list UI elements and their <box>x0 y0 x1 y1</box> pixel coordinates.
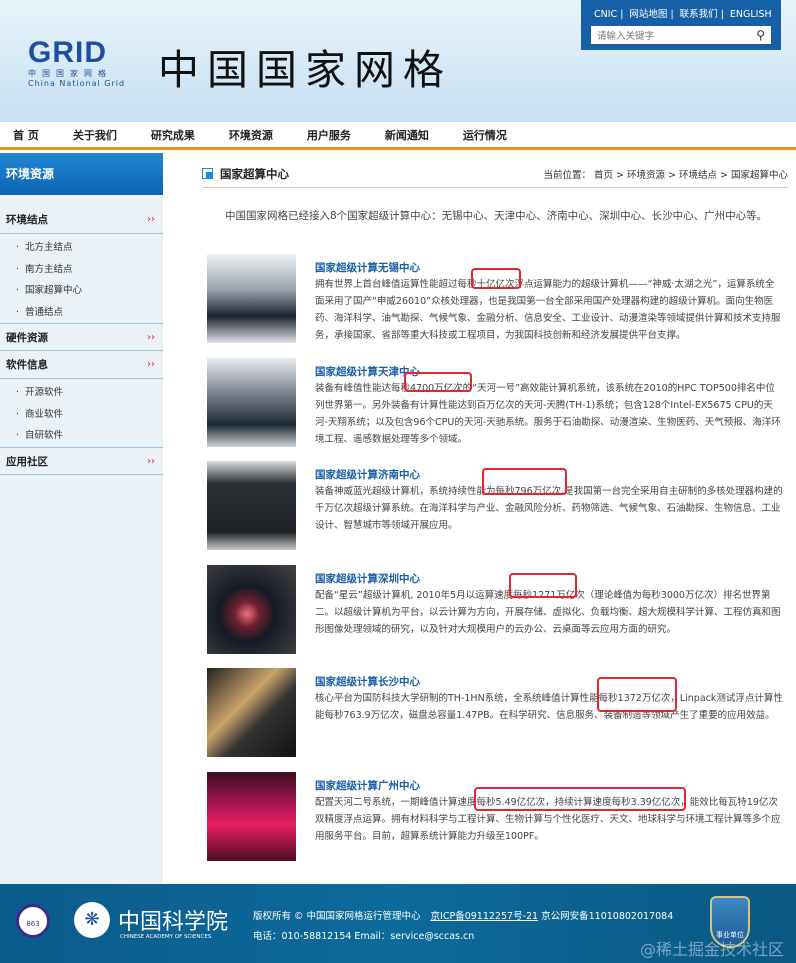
sidebar-section-software[interactable]: 软件信息 ›› <box>0 351 163 379</box>
nav-news[interactable]: 新闻通知 <box>385 122 429 147</box>
sidebar-item[interactable]: 普通结点 <box>0 302 163 324</box>
sidebar-item[interactable]: 北方主结点 <box>0 237 163 259</box>
sidebar-item[interactable]: 国家超算中心 <box>0 280 163 302</box>
sidebar-title: 环境资源 <box>0 153 163 195</box>
header: GRID 中国国家网格 China National Grid 中国国家网格 C… <box>0 0 796 122</box>
sidebar-section-community[interactable]: 应用社区 ›› <box>0 446 163 475</box>
center-title[interactable]: 国家超级计算广州中心 <box>315 778 420 793</box>
page-title: 国家超算中心 <box>202 166 289 182</box>
center-image[interactable] <box>207 564 296 654</box>
center-image[interactable] <box>207 254 296 343</box>
sidebar-section-nodes[interactable]: 环境结点 ›› <box>0 206 163 234</box>
cas-logo[interactable]: ❋ 中国科学院 CHINESE ACADEMY OF SCIENCES <box>74 902 228 940</box>
center-title[interactable]: 国家超级计算深圳中心 <box>315 571 420 586</box>
sidebar-section-hardware[interactable]: 硬件资源 ›› <box>0 323 163 351</box>
search-input[interactable]: 请输入关键字 ⚲ <box>591 26 771 44</box>
center-description: 拥有世界上首台峰值运算性能超过每秒十亿亿次浮点运算能力的超级计算机——“神威·太… <box>315 279 781 341</box>
sidebar-item[interactable]: 开源软件 <box>0 382 163 404</box>
center-description: 装备有峰值性能达每秒4700万亿次的“天河一号”高效能计算机系统，该系统在201… <box>315 382 781 445</box>
footer: 863 ❋ 中国科学院 CHINESE ACADEMY OF SCIENCES … <box>0 884 796 963</box>
copyright: 版权所有 © 中国国家网格运行管理中心 京ICP备09112257号-21 京公网… <box>253 911 674 922</box>
chevron-right-icon: ›› <box>147 214 155 225</box>
top-links: CNIC | 网站地图 | 联系我们 | ENGLISH 请输入关键字 ⚲ <box>581 0 781 50</box>
site-title: 中国国家网格 <box>158 46 452 94</box>
icp-link[interactable]: 京ICP备09112257号-21 <box>431 911 539 922</box>
highlight-box <box>474 787 686 811</box>
highlight-box <box>509 573 577 598</box>
link-english[interactable]: ENGLISH <box>730 9 772 20</box>
highlight-box <box>597 677 677 712</box>
watermark: @稀土掘金技术社区 <box>640 940 785 959</box>
center-description: 核心平台为国防科技大学研制的TH-1HN系统，全系统峰值计算性能每秒1372万亿… <box>315 693 783 721</box>
link-contact[interactable]: 联系我们 <box>680 9 718 20</box>
center-title[interactable]: 国家超级计算无锡中心 <box>315 260 420 275</box>
center-title[interactable]: 国家超级计算长沙中心 <box>315 674 420 689</box>
sidebar-item[interactable]: 自研软件 <box>0 425 163 447</box>
square-bullet-icon <box>202 168 213 179</box>
chevron-right-icon: ›› <box>147 455 155 467</box>
nav-about[interactable]: 关于我们 <box>73 122 117 147</box>
nav-resources[interactable]: 环境资源 <box>229 122 273 147</box>
sidebar-item[interactable]: 南方主结点 <box>0 259 163 281</box>
grid-logo[interactable]: GRID 中国国家网格 China National Grid <box>28 36 125 88</box>
nav-operation[interactable]: 运行情况 <box>463 122 507 147</box>
center-image[interactable] <box>207 461 296 550</box>
search-icon[interactable]: ⚲ <box>756 28 765 42</box>
center-image[interactable] <box>207 357 296 447</box>
center-image[interactable] <box>207 771 296 861</box>
main-content: 国家超算中心 当前位置： 首页 > 环境资源 > 环境结点 > 国家超算中心 中… <box>202 160 788 225</box>
highlight-box <box>404 372 472 392</box>
chevron-right-icon: ›› <box>147 332 155 343</box>
highlight-box <box>482 468 567 495</box>
main-nav: 首 页 关于我们 研究成果 环境资源 用户服务 新闻通知 运行情况 <box>0 122 796 150</box>
863-logo: 863 <box>16 904 50 938</box>
sidebar-item[interactable]: 商业软件 <box>0 404 163 426</box>
center-title[interactable]: 国家超级计算济南中心 <box>315 467 420 482</box>
sidebar: 环境资源 环境结点›› 北方主结点 南方主结点 国家超算中心 普通结点 硬件资源… <box>0 153 163 884</box>
chevron-right-icon: ›› <box>147 359 155 370</box>
breadcrumb: 当前位置： 首页 > 环境资源 > 环境结点 > 国家超算中心 <box>543 169 788 181</box>
contact-info: 电话：010-58812154 Email：service@sccas.cn <box>253 931 475 942</box>
highlight-box <box>471 268 521 289</box>
nav-user-service[interactable]: 用户服务 <box>307 122 351 147</box>
center-image[interactable] <box>207 668 296 757</box>
intro-text: 中国国家网格已经接入8个国家超级计算中心：无锡中心、天津中心、济南中心、深圳中心… <box>225 210 768 222</box>
link-sitemap[interactable]: 网站地图 <box>629 9 667 20</box>
nav-research[interactable]: 研究成果 <box>151 122 195 147</box>
link-cnic[interactable]: CNIC <box>594 9 617 20</box>
nav-home[interactable]: 首 页 <box>13 122 39 147</box>
